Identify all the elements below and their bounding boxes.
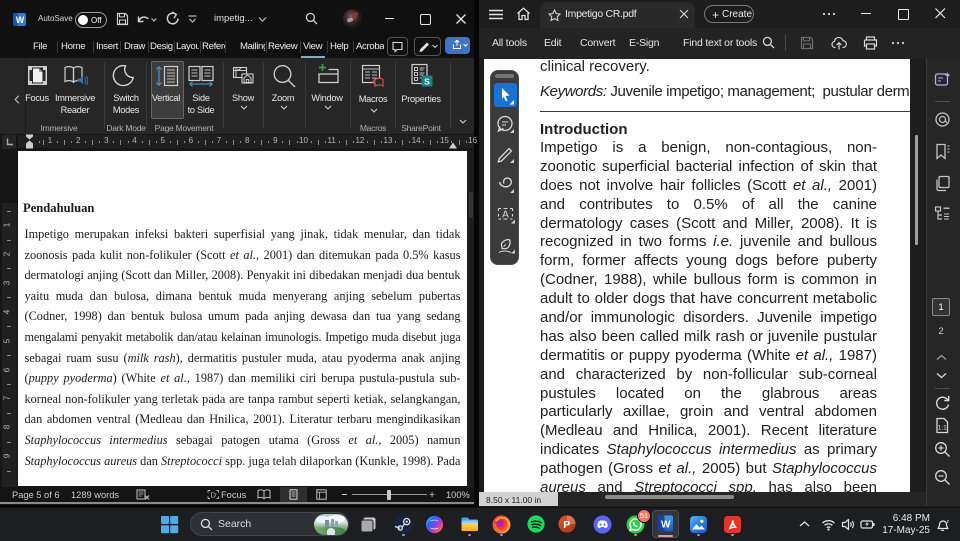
- svg-text:P: P: [563, 519, 570, 531]
- svg-text:z: z: [947, 519, 950, 525]
- svg-text:S: S: [424, 76, 430, 86]
- svg-text:1:1: 1:1: [938, 425, 947, 432]
- svg-text:D: D: [211, 491, 217, 500]
- svg-text:W: W: [661, 520, 671, 531]
- svg-text:A: A: [502, 210, 509, 221]
- svg-text:W: W: [16, 15, 25, 25]
